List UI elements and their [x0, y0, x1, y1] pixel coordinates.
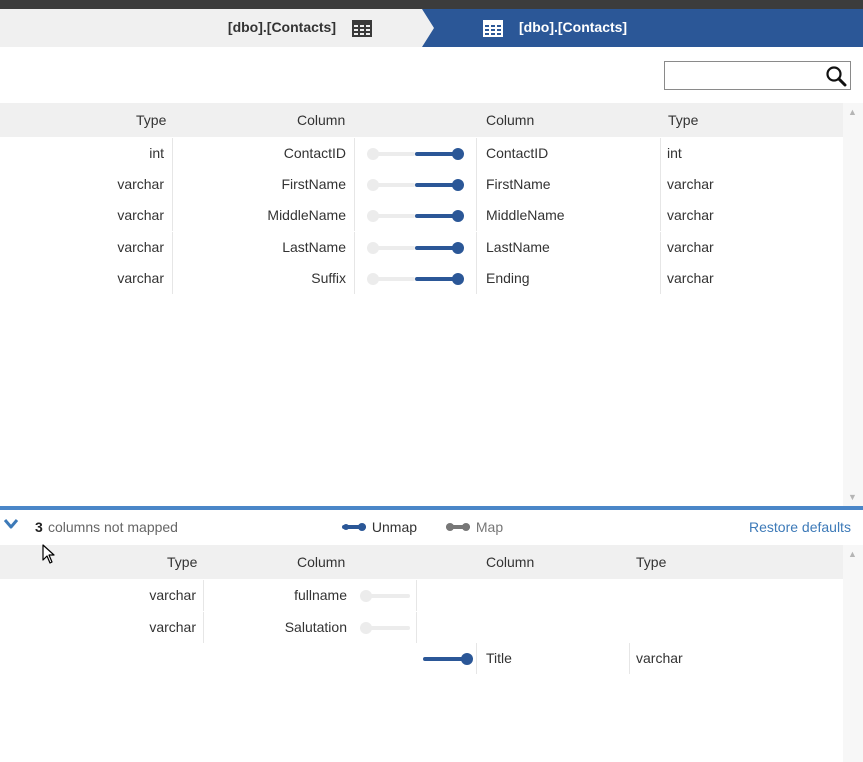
scroll-up-icon[interactable]: ▲: [848, 107, 857, 117]
header-source-type: Type: [136, 112, 167, 128]
unmapped-count-label: columns not mapped: [48, 519, 178, 535]
dest-type: int: [667, 145, 682, 161]
header-source-column: Column: [297, 554, 346, 570]
dest-type: varchar: [667, 239, 714, 255]
source-type: varchar: [117, 270, 164, 286]
dest-column: Ending: [486, 270, 530, 286]
table-row[interactable]: varchar Suffix Ending varchar: [0, 263, 843, 294]
restore-defaults-link[interactable]: Restore defaults: [749, 519, 851, 535]
source-handle[interactable]: [360, 590, 372, 602]
map-button[interactable]: Map: [446, 519, 503, 535]
dest-column: MiddleName: [486, 207, 565, 223]
dest-handle[interactable]: [452, 148, 464, 160]
mapped-column-header: Type Column Column Type: [0, 103, 843, 137]
source-column: Salutation: [284, 619, 347, 635]
unmapped-scrollbar[interactable]: ▲: [843, 545, 863, 762]
dest-column: FirstName: [486, 176, 551, 192]
source-column: ContactID: [283, 145, 346, 161]
dest-handle[interactable]: [452, 242, 464, 254]
search-icon[interactable]: [825, 65, 847, 90]
header-source-type: Type: [167, 554, 198, 570]
source-handle[interactable]: [367, 210, 379, 222]
table-icon: [352, 20, 372, 40]
unmapped-source-row[interactable]: varchar Salutation: [0, 612, 843, 643]
mapped-scrollbar[interactable]: ▲ ▼: [843, 103, 863, 506]
unmapped-bar: 3 columns not mapped Unmap Map Restore d…: [0, 510, 863, 544]
source-handle[interactable]: [360, 622, 372, 634]
dest-handle[interactable]: [452, 179, 464, 191]
dest-column: ContactID: [486, 145, 549, 161]
table-icon: [483, 20, 503, 40]
chevron-down-icon[interactable]: [3, 517, 21, 534]
source-handle[interactable]: [367, 179, 379, 191]
source-column: LastName: [282, 239, 346, 255]
dest-column: Title: [486, 650, 512, 666]
dest-handle[interactable]: [461, 653, 473, 665]
source-type: varchar: [117, 239, 164, 255]
source-type: varchar: [149, 619, 196, 635]
destination-table-name: [dbo].[Contacts]: [519, 19, 628, 35]
table-row[interactable]: varchar FirstName FirstName varchar: [0, 169, 843, 200]
header-dest-column: Column: [486, 112, 535, 128]
destination-table-tab[interactable]: [dbo].[Contacts]: [422, 9, 863, 47]
source-type: varchar: [149, 587, 196, 603]
source-table-name: [dbo].[Contacts]: [227, 19, 336, 35]
source-column: MiddleName: [267, 207, 346, 223]
source-column: fullname: [294, 587, 347, 603]
unmap-button[interactable]: Unmap: [342, 519, 417, 535]
unmap-icon: [342, 523, 366, 531]
dest-handle[interactable]: [452, 210, 464, 222]
table-row[interactable]: varchar LastName LastName varchar: [0, 232, 843, 263]
dest-type: varchar: [667, 207, 714, 223]
unmapped-column-header: Type Column Column Type: [0, 545, 843, 579]
dest-type: varchar: [636, 650, 683, 666]
dest-type: varchar: [667, 176, 714, 192]
search-input[interactable]: [665, 62, 815, 89]
window-top-bar: [0, 0, 863, 9]
table-row[interactable]: int ContactID ContactID int: [0, 138, 843, 169]
unmap-label: Unmap: [371, 519, 418, 535]
source-handle[interactable]: [367, 273, 379, 285]
scroll-down-icon[interactable]: ▼: [848, 492, 857, 502]
scroll-up-icon[interactable]: ▲: [848, 549, 857, 559]
unmapped-source-row[interactable]: varchar fullname: [0, 580, 843, 611]
unmapped-count: 3: [35, 519, 43, 535]
header-dest-type: Type: [636, 554, 667, 570]
search-box[interactable]: [664, 61, 851, 90]
dest-column: LastName: [486, 239, 550, 255]
header-dest-type: Type: [668, 112, 699, 128]
dest-type: varchar: [667, 270, 714, 286]
header-dest-column: Column: [486, 554, 535, 570]
mouse-cursor-icon: [42, 544, 56, 567]
header-source-column: Column: [297, 112, 346, 128]
source-table-tab[interactable]: [dbo].[Contacts]: [0, 9, 424, 47]
mapping-header: [dbo].[Contacts] [dbo].[Contacts]: [0, 9, 863, 47]
table-row[interactable]: varchar MiddleName MiddleName varchar: [0, 200, 843, 231]
source-column: Suffix: [311, 270, 346, 286]
source-handle[interactable]: [367, 242, 379, 254]
source-type: varchar: [117, 207, 164, 223]
map-icon: [446, 523, 470, 531]
dest-handle[interactable]: [452, 273, 464, 285]
unmapped-dest-row[interactable]: Title varchar: [0, 643, 843, 674]
source-type: varchar: [117, 176, 164, 192]
source-column: FirstName: [281, 176, 346, 192]
source-type: int: [149, 145, 164, 161]
map-label: Map: [475, 519, 504, 535]
source-handle[interactable]: [367, 148, 379, 160]
